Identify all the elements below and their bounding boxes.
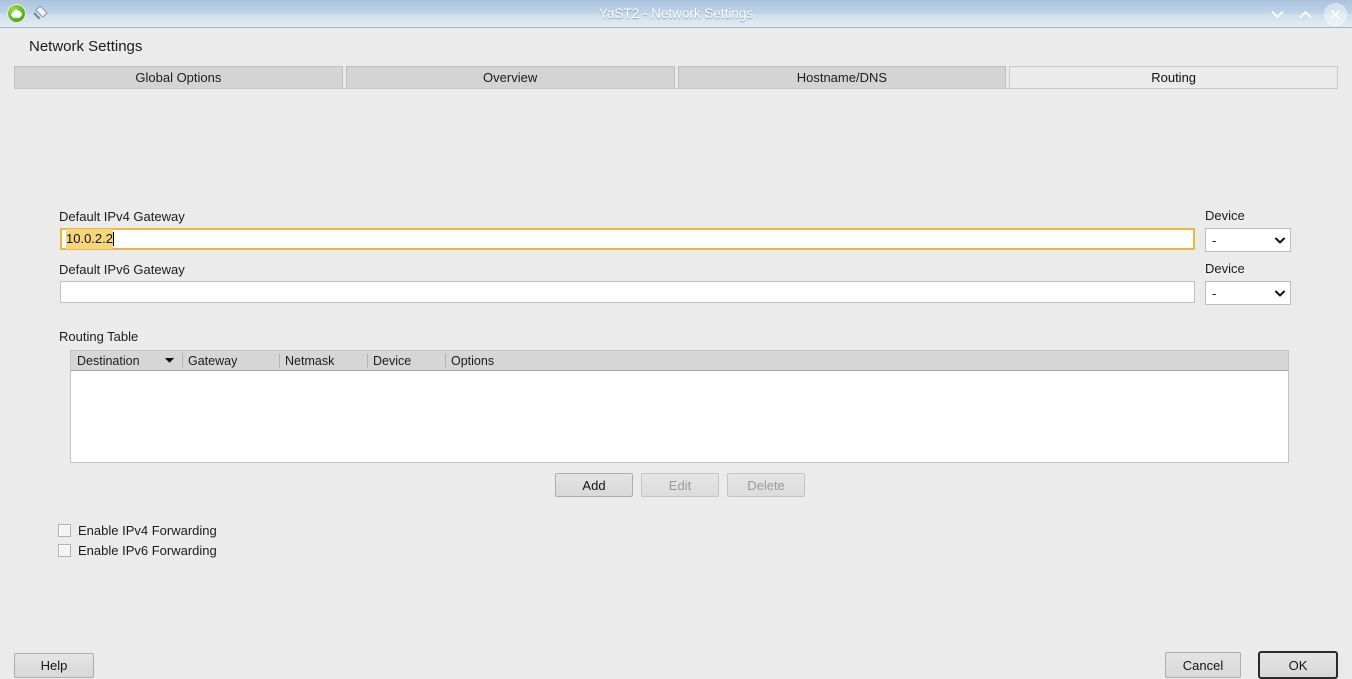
- ipv4-device-value: -: [1212, 232, 1217, 248]
- column-header-destination-label: Destination: [77, 353, 140, 368]
- ipv4-device-label: Device: [1205, 208, 1245, 223]
- enable-ipv6-forwarding-row[interactable]: Enable IPv6 Forwarding: [58, 543, 217, 558]
- ipv6-device-label: Device: [1205, 261, 1245, 276]
- ipv4-gateway-label: Default IPv4 Gateway: [59, 209, 185, 224]
- close-button[interactable]: [1325, 3, 1346, 25]
- chevron-down-icon: [1274, 288, 1285, 299]
- edit-button: Edit: [641, 473, 719, 497]
- titlebar-left-icons: [0, 4, 48, 23]
- routing-table: Destination Gateway Netmask Device Optio…: [70, 350, 1289, 463]
- column-header-options-label: Options: [451, 353, 495, 368]
- column-header-device[interactable]: Device: [367, 351, 445, 370]
- enable-ipv4-forwarding-label: Enable IPv4 Forwarding: [78, 523, 217, 538]
- enable-ipv6-forwarding-checkbox[interactable]: [58, 544, 71, 557]
- routing-table-header: Destination Gateway Netmask Device Optio…: [71, 351, 1288, 371]
- column-header-device-label: Device: [373, 353, 412, 368]
- window-title: YaST2 - Network Settings: [598, 6, 754, 21]
- minimize-button[interactable]: [1269, 6, 1286, 23]
- cancel-button[interactable]: Cancel: [1165, 652, 1241, 678]
- tab-bar: Global Options Overview Hostname/DNS Rou…: [14, 66, 1338, 89]
- help-button[interactable]: Help: [14, 653, 94, 678]
- ipv6-gateway-label: Default IPv6 Gateway: [59, 262, 185, 277]
- tab-hostname-dns[interactable]: Hostname/DNS: [677, 66, 1007, 88]
- yast-chameleon-icon: [7, 4, 26, 23]
- add-button[interactable]: Add: [555, 473, 633, 497]
- routing-table-label: Routing Table: [59, 329, 139, 344]
- page-title: Network Settings: [29, 38, 143, 55]
- enable-ipv4-forwarding-row[interactable]: Enable IPv4 Forwarding: [58, 523, 217, 538]
- enable-ipv6-forwarding-label: Enable IPv6 Forwarding: [78, 543, 217, 558]
- ipv4-gateway-input[interactable]: 10.0.2.2: [60, 228, 1195, 250]
- ipv6-device-select[interactable]: -: [1205, 281, 1291, 305]
- tab-overview[interactable]: Overview: [345, 66, 675, 88]
- column-header-options[interactable]: Options: [445, 351, 1288, 370]
- maximize-button[interactable]: [1297, 6, 1314, 23]
- column-header-gateway[interactable]: Gateway: [182, 351, 279, 370]
- ipv6-device-value: -: [1212, 285, 1217, 301]
- pin-icon[interactable]: [32, 6, 48, 22]
- column-header-gateway-label: Gateway: [188, 353, 238, 368]
- column-header-netmask-label: Netmask: [285, 353, 335, 368]
- window-controls: [1269, 0, 1346, 28]
- ipv4-device-select[interactable]: -: [1205, 228, 1291, 252]
- ok-button[interactable]: OK: [1258, 651, 1338, 679]
- tab-global-options[interactable]: Global Options: [14, 66, 343, 88]
- tab-routing[interactable]: Routing: [1009, 66, 1338, 88]
- routing-table-body[interactable]: [71, 371, 1288, 462]
- delete-button: Delete: [727, 473, 805, 497]
- ipv4-gateway-value: 10.0.2.2: [66, 229, 113, 249]
- column-header-destination[interactable]: Destination: [71, 351, 182, 370]
- chevron-down-icon: [165, 356, 174, 365]
- window-titlebar: YaST2 - Network Settings: [0, 0, 1352, 28]
- column-header-netmask[interactable]: Netmask: [279, 351, 367, 370]
- text-cursor: [113, 232, 114, 246]
- chevron-down-icon: [1274, 235, 1285, 246]
- ipv6-gateway-input[interactable]: [60, 281, 1195, 303]
- page-body: Network Settings Global Options Overview…: [0, 28, 1352, 679]
- enable-ipv4-forwarding-checkbox[interactable]: [58, 524, 71, 537]
